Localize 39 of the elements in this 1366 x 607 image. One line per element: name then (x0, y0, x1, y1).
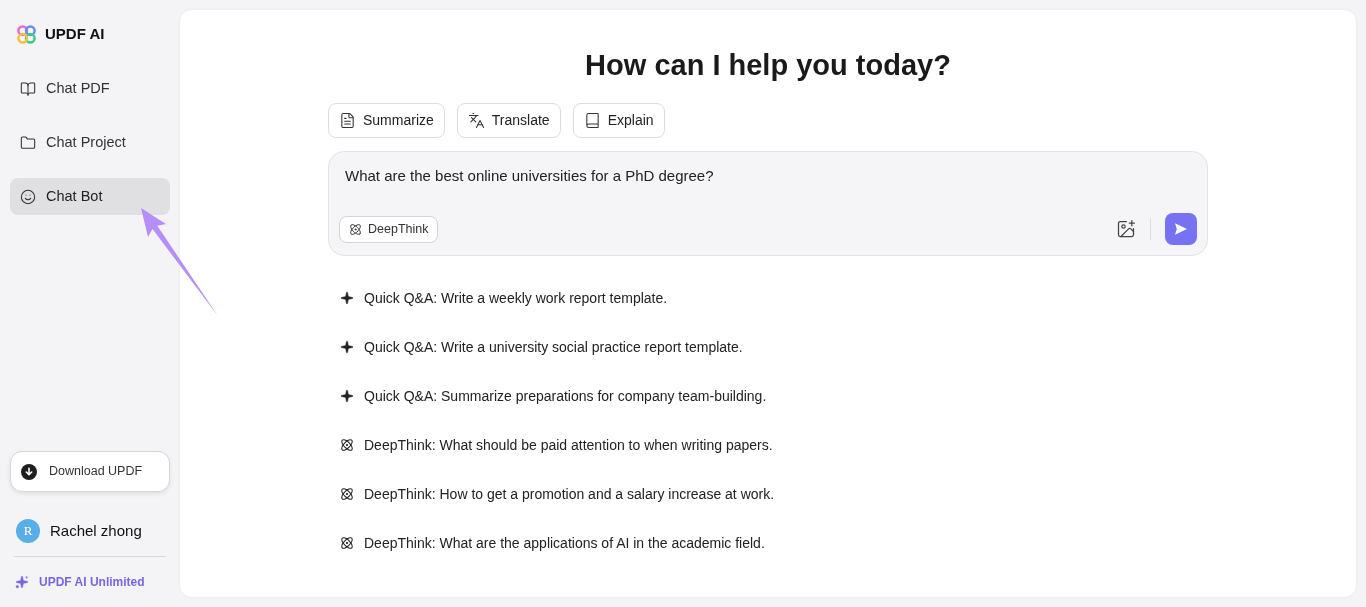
smiley-icon (20, 188, 36, 205)
suggestion-item[interactable]: DeepThink: How to get a promotion and a salary increase at work. (340, 484, 775, 504)
sparkles-icon (15, 575, 29, 589)
upgrade-link[interactable]: UPDF AI Unlimited (10, 573, 145, 591)
atom-icon (349, 222, 362, 236)
atom-icon (340, 487, 354, 501)
atom-icon (340, 536, 354, 550)
suggestion-item[interactable]: DeepThink: What should be paid attention to when writing papers. (340, 435, 773, 455)
download-button[interactable]: Download UPDF (10, 451, 170, 492)
suggestion-item[interactable]: Quick Q&A: Summarize preparations for company team-building. (340, 386, 767, 406)
prompt-field[interactable]: What are the best online universities for a PhD degree? (339, 164, 1197, 190)
send-button[interactable] (1165, 213, 1197, 245)
send-icon (1174, 222, 1188, 236)
action-button[interactable]: Translate (456, 103, 561, 138)
folder-icon (20, 134, 36, 151)
nav-item[interactable]: Chat PDF (10, 70, 170, 107)
sparkle-icon (340, 340, 354, 354)
brand-name: UPDF AI (45, 24, 105, 45)
action-button[interactable]: Explain (572, 103, 665, 138)
atom-icon (340, 438, 354, 452)
deepthink-toggle[interactable]: DeepThink (339, 215, 439, 243)
action-button[interactable]: Summarize (328, 103, 445, 138)
download-icon (21, 463, 37, 480)
translate-icon (467, 112, 485, 129)
suggestion-item[interactable]: Quick Q&A: Write a university social practice report template. (340, 337, 743, 357)
user-avatar: R (16, 519, 40, 543)
image-upload-icon[interactable] (1116, 219, 1136, 239)
book-icon (583, 112, 601, 129)
nav-item[interactable]: Chat Project (10, 124, 170, 161)
user-name: Rachel zhong (50, 520, 142, 541)
suggestion-item[interactable]: Quick Q&A: Write a weekly work report template. (340, 288, 668, 308)
suggestion-item[interactable]: DeepThink: What are the applications of AI in the academic field. (340, 533, 765, 553)
page-heading: How can I help you today? (585, 48, 951, 83)
book-icon (20, 80, 36, 97)
logo-icon (16, 24, 37, 45)
sparkle-icon (340, 389, 354, 403)
note-icon (339, 112, 356, 129)
nav-item[interactable]: Chat Bot (10, 178, 170, 215)
sparkle-icon (340, 291, 354, 305)
